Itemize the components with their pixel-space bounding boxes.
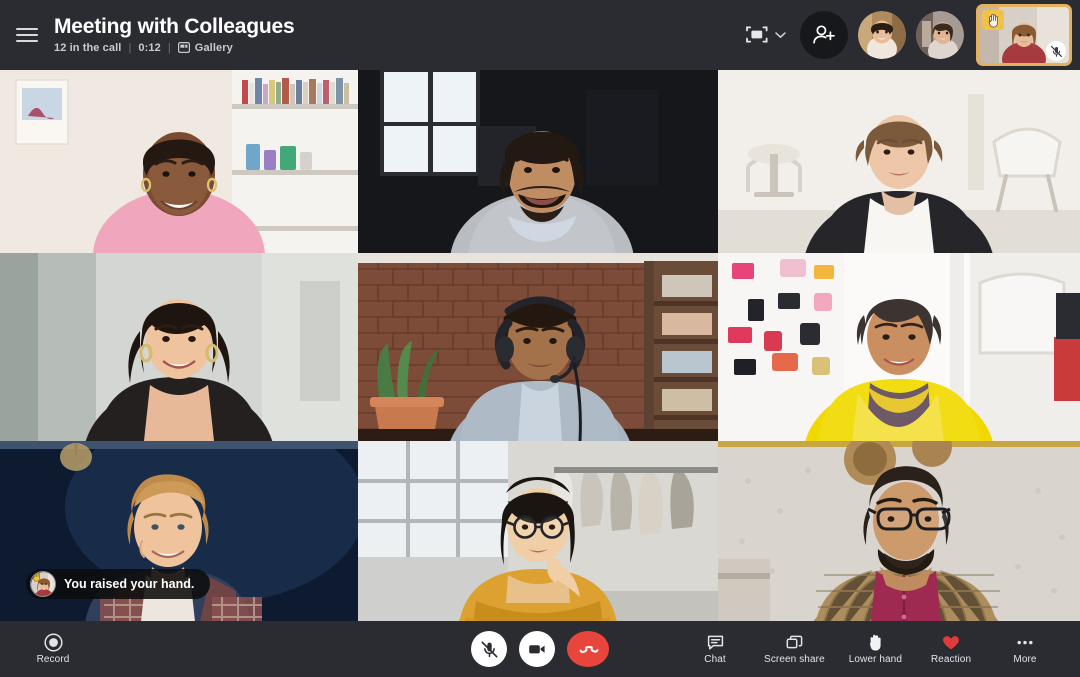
video-tile-participant-5[interactable] — [358, 253, 718, 441]
video-tile-participant-4[interactable] — [0, 253, 358, 441]
meta-separator-1: | — [128, 41, 132, 54]
add-person-icon — [813, 25, 835, 44]
record-label: Record — [36, 654, 70, 665]
chat-bubble-icon — [707, 635, 723, 650]
hand-glyph — [33, 572, 40, 582]
app-header: Meeting with Colleagues 12 in the call |… — [0, 0, 1080, 70]
elapsed-time: 0:12 — [138, 41, 161, 54]
microphone-toggle-button[interactable] — [471, 631, 507, 667]
add-person-button[interactable] — [800, 11, 848, 59]
meeting-info: Meeting with Colleagues 12 in the call |… — [54, 15, 295, 54]
screen-share-label: Screen share — [764, 654, 825, 665]
video-feed — [718, 441, 1080, 621]
end-call-icon — [579, 645, 599, 654]
video-tile-participant-8[interactable] — [358, 441, 718, 621]
more-label: More — [1013, 654, 1037, 665]
toolbar-center — [471, 631, 609, 667]
raised-hand-icon — [31, 572, 42, 585]
camera-toggle-button[interactable] — [519, 631, 555, 667]
video-call-app: Meeting with Colleagues 12 in the call |… — [0, 0, 1080, 677]
heart-icon — [943, 636, 959, 650]
toolbar-left: Record — [0, 633, 82, 665]
toast-avatar — [30, 571, 56, 597]
raised-hand-toast: You raised your hand. — [26, 569, 211, 599]
layout-frame-icon — [746, 26, 768, 43]
hand-glyph — [988, 13, 998, 27]
chat-label: Chat — [704, 654, 726, 665]
avatar — [916, 11, 964, 59]
raised-hand-icon — [982, 10, 1004, 30]
microphone-muted-icon — [480, 640, 498, 658]
end-call-button[interactable] — [567, 631, 609, 667]
microphone-muted-icon — [1046, 41, 1066, 61]
video-camera-icon — [529, 645, 545, 654]
layout-switch-button[interactable] — [740, 17, 790, 53]
hamburger-menu-icon[interactable] — [0, 0, 54, 70]
lower-hand-label: Lower hand — [848, 654, 902, 665]
participant-avatar-1[interactable] — [858, 11, 906, 59]
page-title: Meeting with Colleagues — [54, 15, 295, 39]
gallery-mode-chip[interactable]: Gallery — [177, 41, 233, 54]
gallery-label: Gallery — [194, 41, 233, 54]
video-tile-participant-9[interactable] — [718, 441, 1080, 621]
chevron-down-icon — [775, 32, 786, 38]
record-circle-icon — [43, 633, 63, 652]
avatar — [858, 11, 906, 59]
participant-avatar-2[interactable] — [916, 11, 964, 59]
call-toolbar: Record Chat Screen share Lower hand Reac… — [0, 621, 1080, 677]
video-feed — [0, 70, 358, 253]
ellipsis-icon — [1017, 640, 1033, 645]
video-tile-participant-6[interactable] — [718, 253, 1080, 441]
more-button[interactable]: More — [996, 633, 1054, 665]
video-grid: You raised your hand. — [0, 70, 1080, 621]
video-feed — [358, 253, 718, 441]
lower-hand-button[interactable]: Lower hand — [845, 633, 906, 665]
video-feed — [358, 70, 718, 253]
video-feed — [718, 253, 1080, 441]
screen-share-icon — [786, 635, 803, 649]
video-feed — [358, 441, 718, 621]
video-feed — [718, 70, 1080, 253]
record-button[interactable]: Record — [24, 633, 82, 665]
reaction-button[interactable]: Reaction — [922, 633, 980, 665]
video-tile-participant-2[interactable] — [358, 70, 718, 253]
video-feed — [0, 253, 358, 441]
self-view-tile[interactable] — [976, 4, 1072, 66]
screen-share-button[interactable]: Screen share — [760, 633, 829, 665]
raised-hand-icon — [869, 634, 881, 651]
toast-message: You raised your hand. — [64, 577, 195, 591]
meta-separator-2: | — [167, 41, 171, 54]
reaction-label: Reaction — [930, 654, 972, 665]
chat-button[interactable]: Chat — [686, 633, 744, 665]
gallery-grid-icon — [177, 42, 190, 54]
video-tile-participant-1[interactable] — [0, 70, 358, 253]
video-tile-participant-3[interactable] — [718, 70, 1080, 253]
mic-muted-glyph — [1050, 45, 1062, 57]
header-controls — [740, 4, 1072, 66]
meeting-meta: 12 in the call | 0:12 | Gallery — [54, 42, 294, 54]
toolbar-right: Chat Screen share Lower hand Reaction Mo… — [686, 633, 1080, 665]
participant-count: 12 in the call — [54, 41, 122, 54]
